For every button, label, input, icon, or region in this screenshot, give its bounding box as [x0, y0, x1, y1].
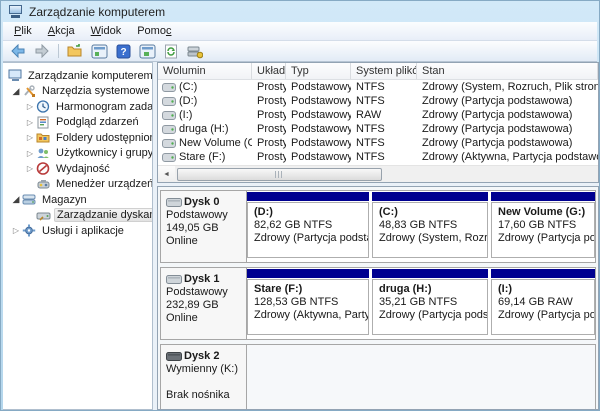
console-window-icon[interactable] [89, 42, 109, 60]
content-area: Zarządzanie komputerem (loka ◢ Narzędzia… [3, 62, 599, 410]
disk-1-label[interactable]: Dysk 1 Podstawowy 232,89 GB Online [161, 268, 247, 339]
tree-item-performance[interactable]: ▷ Wydajność [3, 161, 152, 177]
tree-item-event-viewer[interactable]: ▷ Podgląd zdarzeń [3, 115, 152, 131]
expanded-arrow-icon[interactable]: ◢ [10, 86, 22, 97]
collapsed-arrow-icon[interactable]: ▷ [24, 149, 36, 158]
disk-2-label[interactable]: Dysk 2 Wymienny (K:) Brak nośnika [161, 345, 247, 410]
disk-manage-icon[interactable] [185, 42, 205, 60]
collapsed-arrow-icon[interactable]: ▷ [24, 102, 36, 111]
tree-item-storage[interactable]: ◢ Magazyn [3, 192, 152, 208]
services-icon [22, 224, 37, 237]
collapsed-arrow-icon[interactable]: ▷ [24, 118, 36, 127]
partition-f[interactable]: Stare (F:) 128,53 GB NTFS Zdrowy (Aktywn… [247, 269, 369, 335]
primary-partition-color-bar [372, 269, 488, 278]
volume-row[interactable]: (C:) Prosty Podstawowy NTFS Zdrowy (Syst… [158, 80, 598, 94]
disk-row-2: Dysk 2 Wymienny (K:) Brak nośnika [160, 344, 596, 410]
disk-management-icon [36, 209, 51, 222]
menu-pomoc[interactable]: Pomoc [129, 23, 179, 39]
menu-akcja[interactable]: Akcja [40, 23, 83, 39]
scroll-left-icon[interactable]: ◄ [158, 166, 175, 182]
no-media-area [247, 345, 595, 410]
partition-g[interactable]: New Volume (G:) 17,60 GB NTFS Zdrowy (Pa… [491, 192, 595, 258]
tree-item-computer-management-root[interactable]: Zarządzanie komputerem (loka [3, 68, 152, 84]
primary-partition-color-bar [491, 192, 595, 201]
disk-management-panel: Wolumin Układ Typ System plików Stan (C:… [157, 62, 599, 410]
volume-row[interactable]: Stare (F:) Prosty Podstawowy NTFS Zdrowy… [158, 150, 598, 164]
column-header-uklad[interactable]: Układ [252, 63, 286, 79]
event-viewer-icon [36, 116, 51, 129]
disk-icon [166, 198, 182, 207]
collapsed-arrow-icon[interactable]: ▷ [24, 133, 36, 142]
tree-item-local-users-groups[interactable]: ▷ Użytkownicy i grupy lok [3, 146, 152, 162]
volume-icon [162, 97, 176, 106]
volume-row[interactable]: druga (H:) Prosty Podstawowy NTFS Zdrowy… [158, 122, 598, 136]
partition-i[interactable]: (I:) 69,14 GB RAW Zdrowy (Partycja podst… [491, 269, 595, 335]
window-title: Zarządzanie komputerem [29, 5, 165, 19]
toolbar-separator [58, 44, 59, 58]
volume-row[interactable]: New Volume (G:) Prosty Podstawowy NTFS Z… [158, 136, 598, 150]
tree-item-task-scheduler[interactable]: ▷ Harmonogram zadań [3, 99, 152, 115]
volume-list-header: Wolumin Układ Typ System plików Stan [158, 63, 598, 80]
storage-icon [22, 193, 37, 206]
disk-icon [166, 275, 182, 284]
local-users-icon [36, 147, 51, 160]
performance-icon [36, 162, 51, 175]
toolbar: ? [3, 41, 597, 62]
collapsed-arrow-icon[interactable]: ▷ [24, 164, 36, 173]
tree-item-disk-management[interactable]: Zarządzanie dyskami [3, 208, 152, 224]
primary-partition-color-bar [247, 192, 369, 201]
device-manager-icon [36, 178, 51, 191]
menu-plik[interactable]: Plik [6, 23, 40, 39]
disk-row-1: Dysk 1 Podstawowy 232,89 GB Online Stare… [160, 267, 596, 340]
column-header-typ[interactable]: Typ [286, 63, 351, 79]
volume-list: Wolumin Układ Typ System plików Stan (C:… [157, 62, 599, 183]
column-header-system-plikow[interactable]: System plików [351, 63, 417, 79]
computer-management-window: Zarządzanie komputerem Plik Akcja Widok … [0, 0, 600, 411]
menu-bar: Plik Akcja Widok Pomoc [3, 22, 597, 41]
help-icon[interactable]: ? [113, 42, 133, 60]
column-header-stan[interactable]: Stan [417, 63, 598, 79]
system-tools-icon [22, 85, 37, 98]
primary-partition-color-bar [491, 269, 595, 278]
console-tree: Zarządzanie komputerem (loka ◢ Narzędzia… [3, 62, 153, 410]
horizontal-scrollbar[interactable]: ◄ [158, 165, 598, 182]
primary-partition-color-bar [372, 192, 488, 201]
back-icon[interactable] [8, 42, 28, 60]
primary-partition-color-bar [247, 269, 369, 278]
menu-widok[interactable]: Widok [83, 23, 130, 39]
app-icon [8, 5, 24, 19]
scrollbar-thumb[interactable] [177, 168, 382, 181]
computer-icon [8, 69, 23, 82]
tree-item-shared-folders[interactable]: ▷ Foldery udostępnione [3, 130, 152, 146]
volume-icon [162, 83, 176, 92]
forward-icon[interactable] [32, 42, 52, 60]
title-bar[interactable]: Zarządzanie komputerem [1, 1, 599, 22]
partition-c[interactable]: (C:) 48,83 GB NTFS Zdrowy (System, Rozru… [372, 192, 488, 258]
svg-text:?: ? [120, 47, 126, 58]
volume-row[interactable]: (I:) Prosty Podstawowy RAW Zdrowy (Party… [158, 108, 598, 122]
refresh-icon[interactable] [161, 42, 181, 60]
console-window-2-icon[interactable] [137, 42, 157, 60]
volume-icon [162, 153, 176, 162]
column-header-wolumin[interactable]: Wolumin [158, 63, 252, 79]
volume-icon [162, 125, 176, 134]
volume-row[interactable]: (D:) Prosty Podstawowy NTFS Zdrowy (Part… [158, 94, 598, 108]
collapsed-arrow-icon[interactable]: ▷ [10, 226, 22, 235]
partition-d[interactable]: (D:) 82,62 GB NTFS Zdrowy (Partycja pods… [247, 192, 369, 258]
disk-0-label[interactable]: Dysk 0 Podstawowy 149,05 GB Online [161, 191, 247, 262]
removable-disk-icon [166, 352, 182, 361]
tree-item-services-applications[interactable]: ▷ Usługi i aplikacje [3, 223, 152, 239]
graphical-disk-view: Dysk 0 Podstawowy 149,05 GB Online (D:) … [157, 186, 599, 410]
disk-row-0: Dysk 0 Podstawowy 149,05 GB Online (D:) … [160, 190, 596, 263]
tree-item-device-manager[interactable]: Menedżer urządzeń [3, 177, 152, 193]
volume-icon [162, 111, 176, 120]
expanded-arrow-icon[interactable]: ◢ [10, 194, 22, 205]
volume-icon [162, 139, 176, 148]
partition-h[interactable]: druga (H:) 35,21 GB NTFS Zdrowy (Partycj… [372, 269, 488, 335]
tree-item-system-tools[interactable]: ◢ Narzędzia systemowe [3, 84, 152, 100]
shared-folders-icon [36, 131, 51, 144]
show-console-tree-folder-icon[interactable] [65, 42, 85, 60]
task-scheduler-icon [36, 100, 51, 113]
